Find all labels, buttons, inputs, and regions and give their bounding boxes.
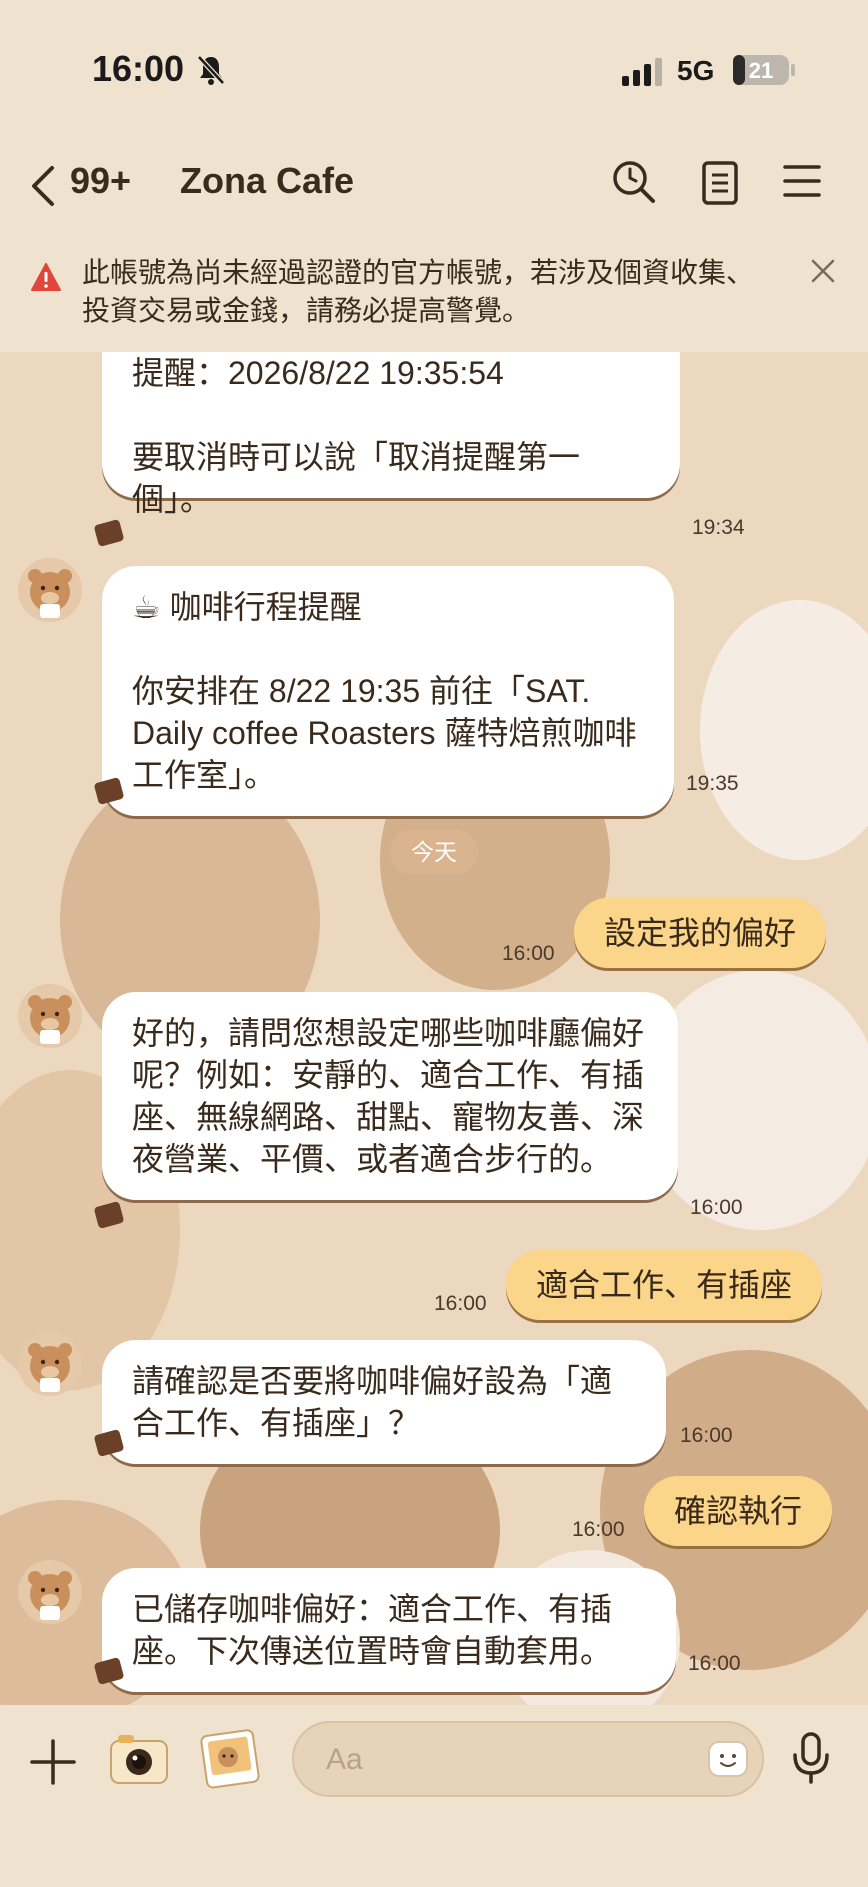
status-bar: 16:00 5G 21 <box>0 0 868 140</box>
user-message[interactable]: 適合工作、有插座 <box>506 1250 823 1320</box>
message-time: 16:00 <box>688 1652 741 1675</box>
message-time: 16:00 <box>680 1424 733 1447</box>
chevron-left-icon[interactable] <box>28 164 58 208</box>
search-icon[interactable] <box>610 158 658 206</box>
network-label: 5G <box>677 55 715 86</box>
bot-avatar[interactable] <box>18 984 82 1048</box>
bot-avatar[interactable] <box>18 1560 82 1624</box>
date-divider: 今天 <box>390 830 478 874</box>
emoji-icon[interactable] <box>706 1739 750 1779</box>
message-time: 19:34 <box>692 516 745 539</box>
bear-avatar-icon <box>28 1343 72 1392</box>
message-composer: Aa <box>0 1705 868 1887</box>
chat-title[interactable]: Zona Cafe <box>180 160 354 202</box>
sticker-decoration <box>93 519 125 547</box>
warning-icon <box>31 263 61 291</box>
bear-avatar-icon <box>28 1571 72 1620</box>
bear-avatar-icon <box>28 995 72 1044</box>
menu-icon[interactable] <box>782 162 822 200</box>
bell-muted-icon <box>197 55 225 85</box>
bot-message[interactable]: ☕ 咖啡行程提醒 你安排在 8/22 19:35 前往「SAT. Daily c… <box>102 566 674 816</box>
photo-icon[interactable] <box>198 1729 260 1789</box>
plus-icon[interactable] <box>30 1739 76 1785</box>
mic-icon[interactable] <box>790 1731 832 1785</box>
unread-count[interactable]: 99+ <box>70 160 131 202</box>
bot-message[interactable]: 請確認是否要將咖啡偏好設為「適合工作、有插座」？ <box>102 1340 666 1464</box>
signal-icon <box>622 58 662 86</box>
bot-avatar[interactable] <box>18 558 82 622</box>
bear-avatar-icon <box>28 569 72 618</box>
message-input[interactable]: Aa <box>292 1721 764 1797</box>
message-time: 16:00 <box>690 1196 743 1219</box>
message-time: 16:00 <box>434 1292 487 1315</box>
unverified-account-warning: 此帳號為尚未經過認證的官方帳號，若涉及個資收集、投資交易或金錢，請務必提高警覺。 <box>0 240 868 352</box>
bot-message[interactable]: 好的，請問您想設定哪些咖啡廳偏好呢？例如：安靜的、適合工作、有插座、無線網路、甜… <box>102 992 678 1200</box>
close-icon[interactable] <box>810 258 836 284</box>
chat-header: 99+ Zona Cafe <box>0 140 868 240</box>
bot-avatar[interactable] <box>18 1332 82 1396</box>
message-time: 19:35 <box>686 772 739 795</box>
warning-text: 此帳號為尚未經過認證的官方帳號，若涉及個資收集、投資交易或金錢，請務必提高警覺。 <box>82 257 755 326</box>
bot-message[interactable]: 行程：2026/8/22 19:35:54 提醒：2026/8/22 19:35… <box>102 352 680 517</box>
input-placeholder: Aa <box>326 1743 363 1776</box>
user-message[interactable]: 確認執行 <box>644 1476 833 1546</box>
chat-message-list[interactable]: 行程：2026/8/22 19:35:54 提醒：2026/8/22 19:35… <box>0 352 868 1705</box>
status-time: 16:00 <box>92 48 185 89</box>
sticker-decoration <box>93 1201 125 1229</box>
camera-icon[interactable] <box>108 1731 170 1787</box>
battery-indicator: 21 <box>733 55 789 85</box>
notes-icon[interactable] <box>700 160 740 206</box>
battery-level: 21 <box>748 58 774 83</box>
bot-message[interactable]: 已儲存咖啡偏好：適合工作、有插座。下次傳送位置時會自動套用。 <box>102 1568 676 1692</box>
message-time: 16:00 <box>572 1518 625 1541</box>
user-message[interactable]: 設定我的偏好 <box>574 898 827 968</box>
message-time: 16:00 <box>502 942 555 965</box>
battery-tip <box>791 64 795 76</box>
